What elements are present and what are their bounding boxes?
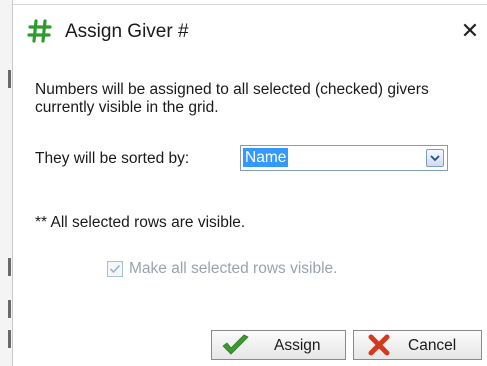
title-bar: Assign Giver # ✕ (13, 6, 487, 54)
background-marker (8, 70, 11, 88)
close-button[interactable]: ✕ (455, 16, 485, 46)
red-x-icon (368, 334, 390, 356)
background-window-strip (0, 0, 13, 366)
make-visible-label: Make all selected rows visible. (129, 260, 338, 277)
chevron-down-icon (430, 155, 440, 162)
green-checkmark-icon (222, 334, 249, 355)
assign-button[interactable]: Assign (211, 330, 346, 360)
sort-by-label: They will be sorted by: (35, 150, 190, 167)
background-window-edge (0, 0, 487, 5)
background-marker (8, 258, 11, 276)
checkmark-icon (109, 264, 121, 274)
make-visible-checkbox (107, 261, 123, 277)
cancel-button[interactable]: Cancel (353, 330, 482, 360)
visibility-note: ** All selected rows are visible. (35, 214, 246, 231)
description-text: Numbers will be assigned to all selected… (35, 81, 429, 116)
assign-giver-dialog: Assign Giver # ✕ Numbers will be assigne… (13, 6, 487, 366)
background-marker (8, 330, 11, 348)
dialog-title: Assign Giver # (65, 21, 189, 42)
sort-by-dropdown[interactable]: Name (240, 145, 448, 171)
cancel-button-label: Cancel (408, 337, 457, 354)
hash-icon (27, 19, 52, 43)
background-marker (8, 300, 11, 318)
assign-button-label: Assign (274, 337, 321, 354)
sort-by-selected-value: Name (243, 148, 289, 167)
dropdown-toggle[interactable] (426, 149, 444, 167)
